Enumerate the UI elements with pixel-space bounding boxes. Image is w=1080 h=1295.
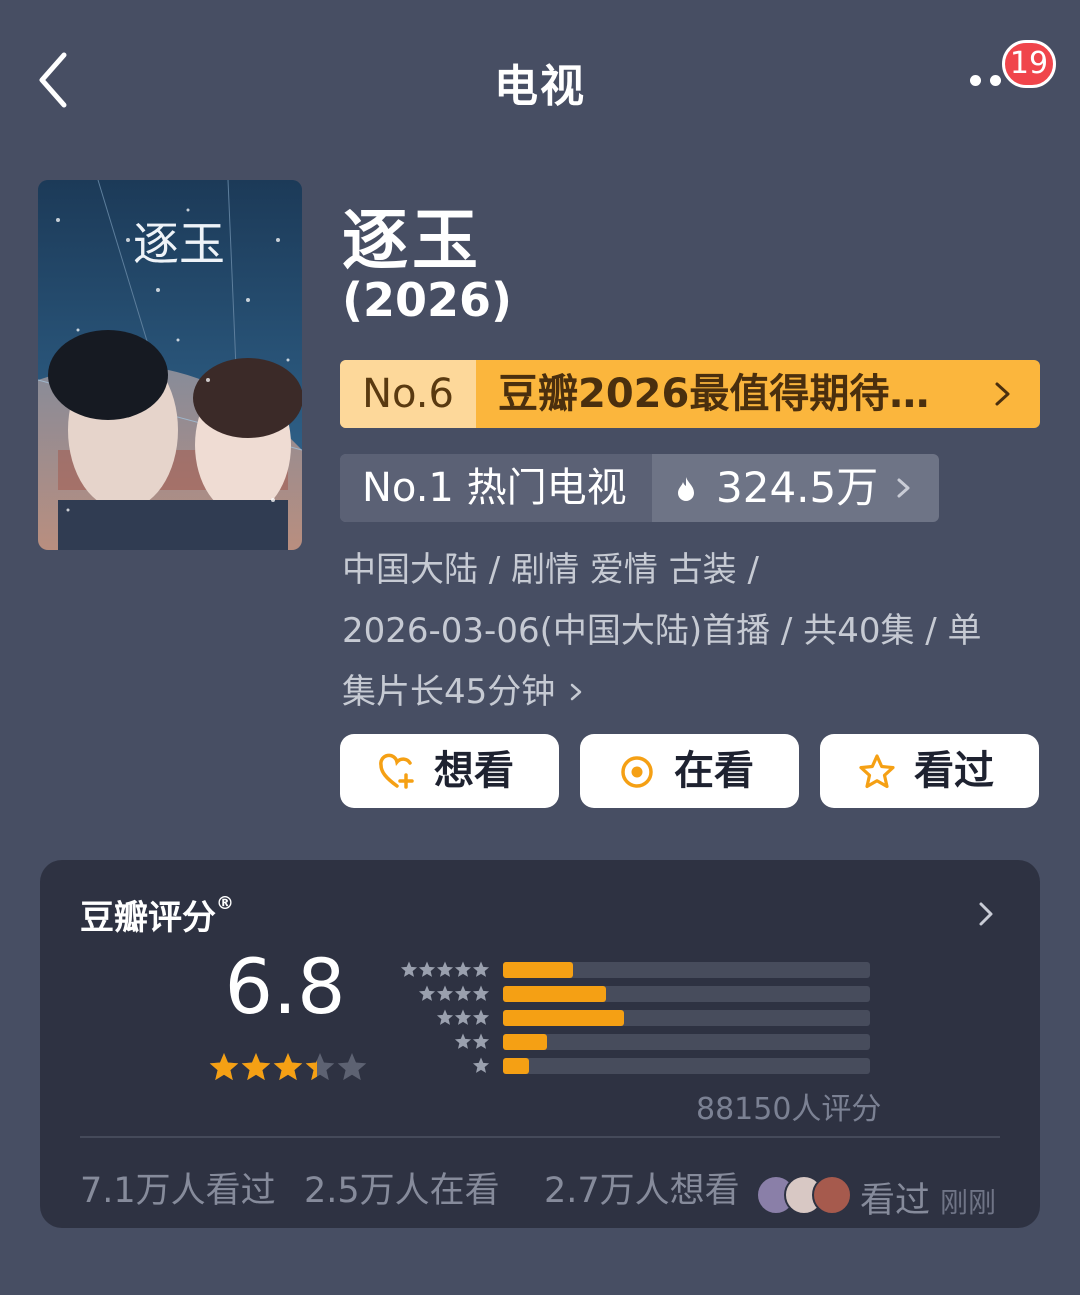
rating-bar-track	[503, 1034, 870, 1050]
watching-label: 在看	[674, 748, 754, 794]
rating-bar-fill	[503, 962, 573, 978]
rating-bar-fill	[503, 1010, 625, 1026]
rating-bar-fill	[503, 1058, 529, 1074]
rating-row-stars	[472, 1057, 490, 1073]
rating-row-3-star	[390, 1008, 870, 1032]
watched-count[interactable]: 7.1万人看过	[80, 1162, 276, 1213]
watching-button[interactable]: 在看	[580, 734, 799, 808]
target-icon	[621, 756, 653, 788]
flame-icon	[678, 477, 694, 501]
recent-activity[interactable]: 看过 刚刚	[860, 1172, 996, 1223]
ranking-hot-tv[interactable]: No.1 热门电视 324.5万	[340, 454, 939, 522]
more-dot	[990, 75, 1001, 86]
meta-line-1: 中国大陆 / 剧情 爱情 古装 /	[342, 550, 759, 590]
rating-title: 豆瓣评分®	[80, 890, 234, 939]
rating-bar-track	[503, 986, 870, 1002]
watched-button[interactable]: 看过	[820, 734, 1039, 808]
chevron-right-icon	[995, 382, 1010, 406]
recent-action: 看过	[860, 1181, 931, 1221]
rating-row-stars	[418, 985, 490, 1001]
chevron-right-icon[interactable]	[978, 898, 994, 930]
rating-title-text: 豆瓣评分	[80, 898, 216, 938]
rating-row-stars	[454, 1033, 490, 1049]
star-icon	[436, 985, 454, 1001]
divider	[80, 1136, 1000, 1138]
rank-number: No.6	[340, 360, 476, 428]
avatar	[812, 1175, 852, 1215]
star-empty-icon	[337, 1053, 367, 1081]
star-filled-icon	[209, 1053, 239, 1081]
page-title: 电视	[494, 61, 586, 112]
rank-label: 豆瓣2026最值得期待…	[498, 371, 930, 417]
star-icon	[436, 1009, 454, 1025]
rating-row-2-star	[390, 1032, 870, 1056]
rating-bar-track	[503, 1058, 870, 1074]
recent-avatars[interactable]	[756, 1175, 856, 1215]
rating-row-5-star	[390, 960, 870, 984]
star-icon	[400, 961, 418, 977]
rating-row-stars	[436, 1009, 490, 1025]
notification-badge: 19	[1002, 40, 1056, 88]
star-icon	[454, 985, 472, 1001]
star-icon	[472, 961, 490, 977]
watched-label: 看过	[914, 748, 994, 794]
star-icon	[472, 1033, 490, 1049]
rating-bar-fill	[503, 986, 606, 1002]
recent-time: 刚刚	[940, 1186, 997, 1219]
top-bar: 电视 19	[0, 0, 1080, 160]
chevron-right-icon	[897, 478, 910, 498]
show-meta[interactable]: 中国大陆 / 剧情 爱情 古装 / 2026-03-06(中国大陆)首播 / 共…	[342, 540, 1032, 723]
show-title: 逐玉	[342, 202, 482, 279]
heart-plus-icon	[379, 753, 414, 789]
rating-bar-track	[503, 1010, 870, 1026]
want-label: 想看	[434, 748, 514, 794]
star-outline-icon	[859, 754, 895, 789]
star-icon	[472, 1057, 490, 1073]
want-count[interactable]: 2.7万人想看	[544, 1162, 740, 1213]
rating-stars	[209, 1053, 367, 1081]
meta-line-2: 2026-03-06(中国大陆)首播 / 共40集 / 单	[342, 611, 982, 651]
star-icon	[436, 961, 454, 977]
more-button[interactable]: 19	[960, 40, 1060, 100]
star-icon	[454, 961, 472, 977]
rating-card: 豆瓣评分® 6.8 88150人评分 7.1万人看过 2.5万人在看 2.7万人…	[40, 860, 1040, 1228]
more-dots-icon	[970, 75, 981, 86]
registered-mark: ®	[216, 893, 234, 914]
star-icon	[472, 985, 490, 1001]
watching-count[interactable]: 2.5万人在看	[304, 1162, 500, 1213]
star-icon	[418, 961, 436, 977]
hot-rank-label: No.1 热门电视	[340, 454, 652, 522]
poster-calligraphy: 逐玉	[133, 217, 225, 271]
star-icon	[454, 1009, 472, 1025]
chevron-right-icon	[571, 683, 582, 701]
star-icon	[418, 985, 436, 1001]
rating-bar-fill	[503, 1034, 547, 1050]
poster-image[interactable]: 逐玉	[38, 180, 302, 550]
ranking-anticipated[interactable]: No.6 豆瓣2026最值得期待…	[340, 360, 1040, 428]
meta-line-3: 集片长45分钟	[342, 672, 556, 712]
show-year: (2026)	[342, 273, 513, 327]
star-filled-icon	[241, 1053, 271, 1081]
raters-count: 88150人评分	[696, 1092, 882, 1127]
meta-line-3-wrap: 集片长45分钟	[342, 662, 1032, 723]
poster-artwork: 逐玉	[38, 180, 302, 550]
star-filled-icon	[273, 1053, 303, 1081]
rating-row-1-star	[390, 1056, 870, 1080]
hot-count: 324.5万	[716, 463, 879, 512]
rating-row-stars	[400, 961, 490, 977]
want-button[interactable]: 想看	[340, 734, 559, 808]
star-icon	[454, 1033, 472, 1049]
rating-score: 6.8	[224, 942, 346, 1031]
star-icon	[472, 1009, 490, 1025]
rating-row-4-star	[390, 984, 870, 1008]
rating-bar-track	[503, 962, 870, 978]
